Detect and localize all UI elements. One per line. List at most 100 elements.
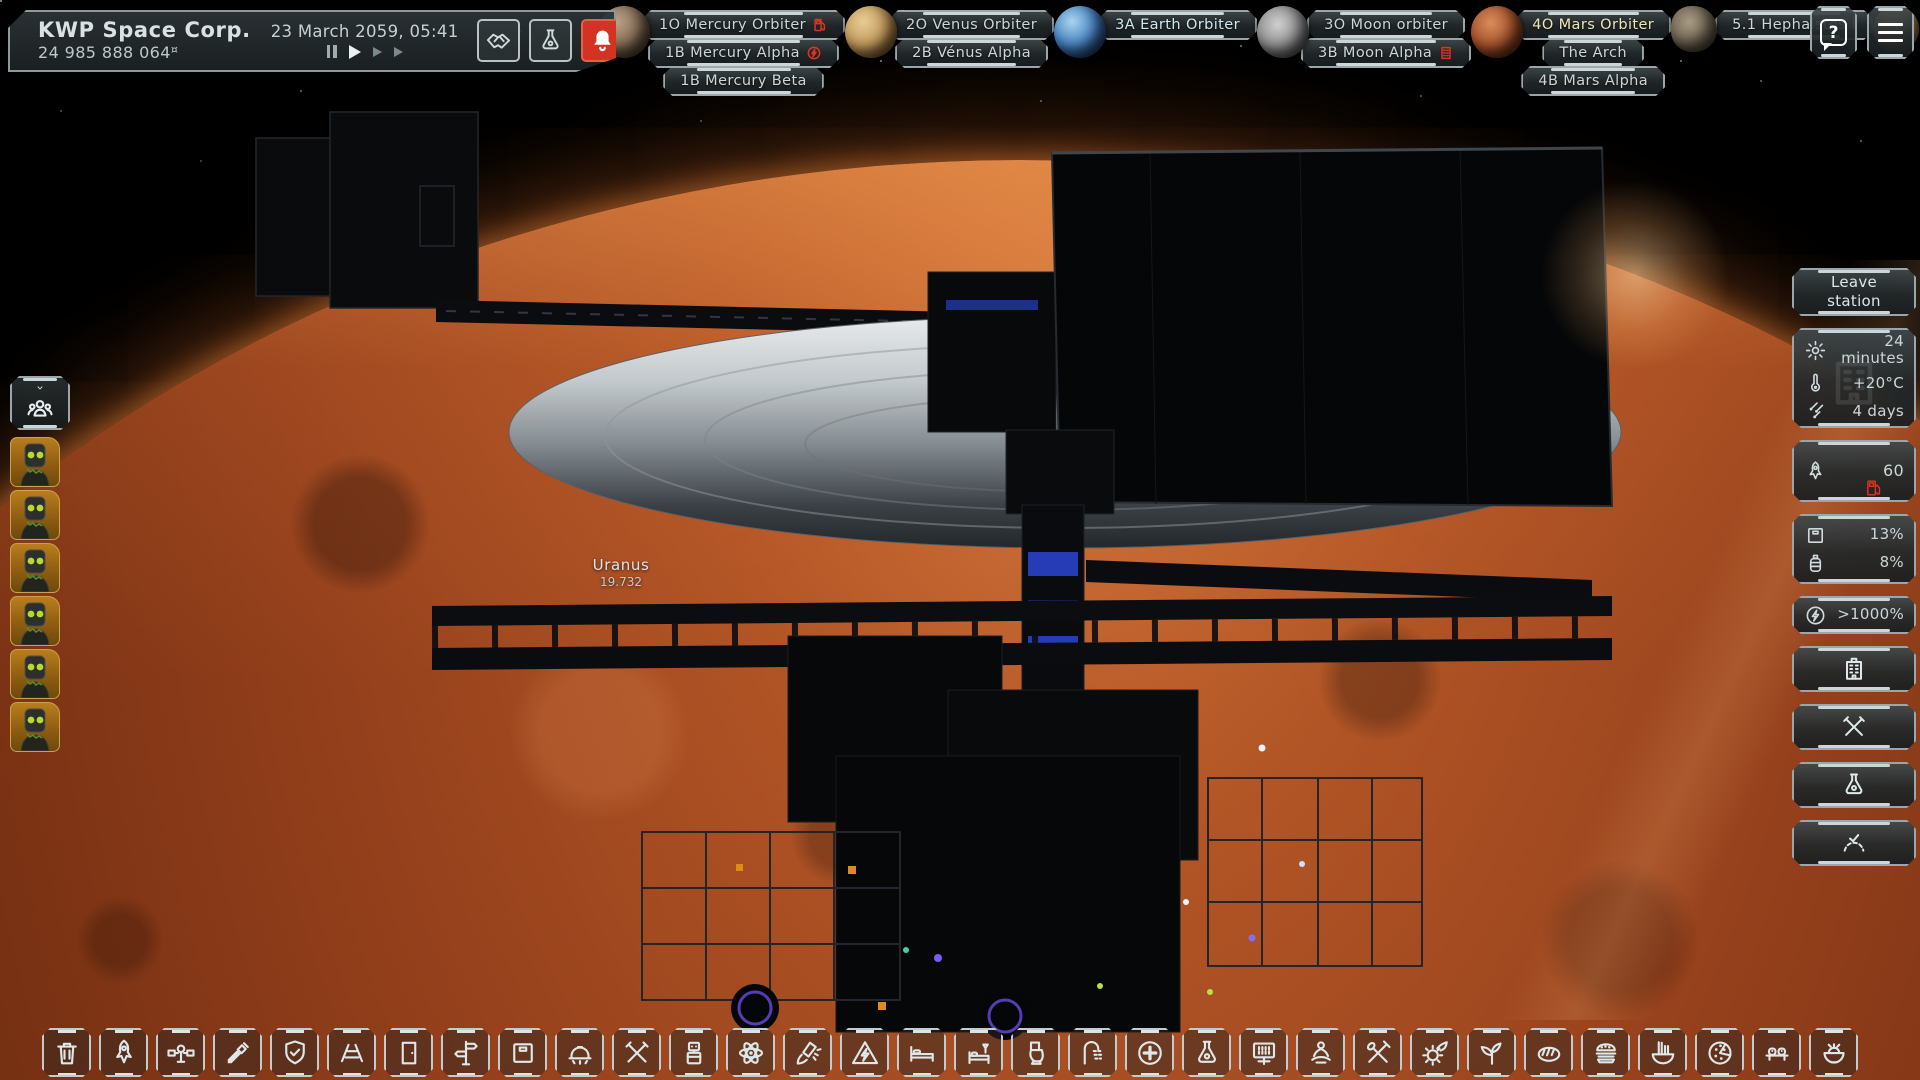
tool-recycling-button[interactable] [1410, 1028, 1459, 1077]
research-panel-button[interactable] [1792, 762, 1916, 808]
atom-icon [736, 1038, 766, 1068]
robot-avatar-icon [11, 597, 59, 645]
tool-robots-button[interactable] [669, 1028, 718, 1077]
status-check-button[interactable] [1792, 820, 1916, 866]
research-button[interactable] [529, 19, 572, 62]
crew-avatar-4[interactable] [10, 596, 60, 646]
tab-1b-mercury-alpha[interactable]: 1B Mercury Alpha [648, 38, 839, 68]
tool-doors-button[interactable] [384, 1028, 433, 1077]
tool-mining-button[interactable] [213, 1028, 262, 1077]
container-icon [1804, 524, 1827, 547]
speed2-button[interactable] [373, 47, 382, 57]
tool-manufacturing-button[interactable] [783, 1028, 832, 1077]
cutlery-icon [1363, 1038, 1393, 1068]
tool-canteen-button[interactable] [1353, 1028, 1402, 1077]
tab-label: 4O Mars Orbiter [1532, 17, 1654, 33]
storage-panel[interactable]: 13% 8% [1792, 514, 1916, 584]
help-button[interactable]: ? [1810, 6, 1857, 59]
tool-pizza-button[interactable] [1695, 1028, 1744, 1077]
tool-security-button[interactable] [270, 1028, 319, 1077]
menu-button[interactable] [1867, 6, 1914, 59]
speed3-button[interactable] [394, 47, 403, 57]
tool-burgers-button[interactable] [1581, 1028, 1630, 1077]
location-group-mercury: 1O Mercury Orbiter1B Mercury Alpha 1B Mer… [612, 10, 845, 96]
tool-laboratory-button[interactable] [1182, 1028, 1231, 1077]
crew-avatar-5[interactable] [10, 649, 60, 699]
tool-showers-button[interactable] [1068, 1028, 1117, 1077]
tab-3o-moon-orbiter[interactable]: 3O Moon orbiter [1307, 10, 1465, 40]
tool-farming-button[interactable] [1467, 1028, 1516, 1077]
hazard-icon [850, 1038, 880, 1068]
help-label: ? [1829, 23, 1839, 43]
tool-navigation-button[interactable] [441, 1028, 490, 1077]
tab-label: 2O Venus Orbiter [906, 17, 1037, 33]
power-row: >1000% [1804, 604, 1904, 627]
tab-3b-moon-alpha[interactable]: 3B Moon Alpha [1301, 38, 1471, 68]
ship-name: Uranus [536, 556, 706, 574]
tab-3a-earth-orbiter[interactable]: 3A Earth Orbiter [1098, 10, 1257, 40]
power-warning-icon [806, 45, 822, 61]
tool-bunks-button[interactable] [897, 1028, 946, 1077]
environment-panel[interactable]: 24 minutes +20°C 4 days [1792, 328, 1916, 428]
tool-bedrooms-button[interactable] [954, 1028, 1003, 1077]
robot-avatar-icon [11, 544, 59, 592]
tab-the-arch[interactable]: The Arch [1542, 38, 1644, 68]
station-overview-button[interactable] [1792, 646, 1916, 692]
tool-computers-button[interactable] [1239, 1028, 1288, 1077]
tool-recreation-button[interactable] [1296, 1028, 1345, 1077]
pause-button[interactable] [327, 45, 337, 58]
planet-icon-venus[interactable] [845, 6, 897, 58]
tab-4o-mars-orbiter[interactable]: 4O Mars Orbiter [1515, 10, 1671, 40]
tool-toilets-button[interactable] [1011, 1028, 1060, 1077]
planet-icon-moon[interactable] [1257, 6, 1309, 58]
tab-2b-v-nus-alpha[interactable]: 2B Vénus Alpha [895, 38, 1048, 68]
hamburger-icon [1878, 23, 1903, 43]
station-hud: Leave station 24 minutes +20°C 4 days 60… [1792, 268, 1916, 866]
game-datetime: 23 March 2059, 05:41 [271, 22, 459, 41]
scene-viewport[interactable]: Uranus 19.732 [0, 0, 1920, 1080]
tool-maintenance-button[interactable] [612, 1028, 661, 1077]
storage-warning-icon [1438, 45, 1454, 61]
crew-avatar-6[interactable] [10, 702, 60, 752]
tool-roads-button[interactable] [327, 1028, 376, 1077]
tool-sushi-button[interactable] [1752, 1028, 1801, 1077]
company-info: KWP Space Corp. 24 985 888 064¤ [38, 18, 251, 62]
tool-electricity-button[interactable] [840, 1028, 889, 1077]
tool-construction-button[interactable] [555, 1028, 604, 1077]
ship-label[interactable]: Uranus 19.732 [536, 556, 706, 589]
robot-icon [679, 1038, 709, 1068]
tool-medical-button[interactable] [1125, 1028, 1174, 1077]
planet-icon-earth[interactable] [1054, 6, 1106, 58]
toilet-icon [1021, 1038, 1051, 1068]
tool-satellites-button[interactable] [156, 1028, 205, 1077]
tool-bakery-button[interactable] [1524, 1028, 1573, 1077]
tab-1o-mercury-orbiter[interactable]: 1O Mercury Orbiter [642, 10, 845, 40]
rockets-panel[interactable]: 60 [1792, 440, 1916, 502]
tab-1b-mercury-beta[interactable]: 1B Mercury Beta [663, 66, 824, 96]
tab-4b-mars-alpha[interactable]: 4B Mars Alpha [1521, 66, 1665, 96]
location-group-venus: 2O Venus Orbiter 2B Vénus Alpha [859, 10, 1054, 68]
tool-noodles-button[interactable] [1638, 1028, 1687, 1077]
leave-station-button[interactable]: Leave station [1792, 268, 1916, 316]
construction-button[interactable] [1792, 704, 1916, 750]
tool-rockets-button[interactable] [99, 1028, 148, 1077]
door-icon [394, 1038, 424, 1068]
tool-demolish-button[interactable] [42, 1028, 91, 1077]
crew-avatar-2[interactable] [10, 490, 60, 540]
crew-avatar-1[interactable] [10, 437, 60, 487]
bunk-icon [907, 1038, 937, 1068]
rocket-icon [1804, 460, 1827, 483]
tank-icon [1804, 552, 1827, 575]
tool-science-button[interactable] [726, 1028, 775, 1077]
tool-storage-button[interactable] [498, 1028, 547, 1077]
crew-toggle-button[interactable] [10, 376, 70, 430]
power-panel[interactable]: >1000% [1792, 596, 1916, 634]
planet-icon-hephaistos[interactable] [1671, 6, 1717, 52]
play-button[interactable] [349, 45, 361, 59]
tab-label: 1B Mercury Beta [680, 73, 807, 89]
crew-avatar-3[interactable] [10, 543, 60, 593]
tool-salads-button[interactable] [1809, 1028, 1858, 1077]
planet-icon-mars[interactable] [1471, 6, 1523, 58]
tab-2o-venus-orbiter[interactable]: 2O Venus Orbiter [889, 10, 1054, 40]
trade-button[interactable] [477, 19, 520, 62]
